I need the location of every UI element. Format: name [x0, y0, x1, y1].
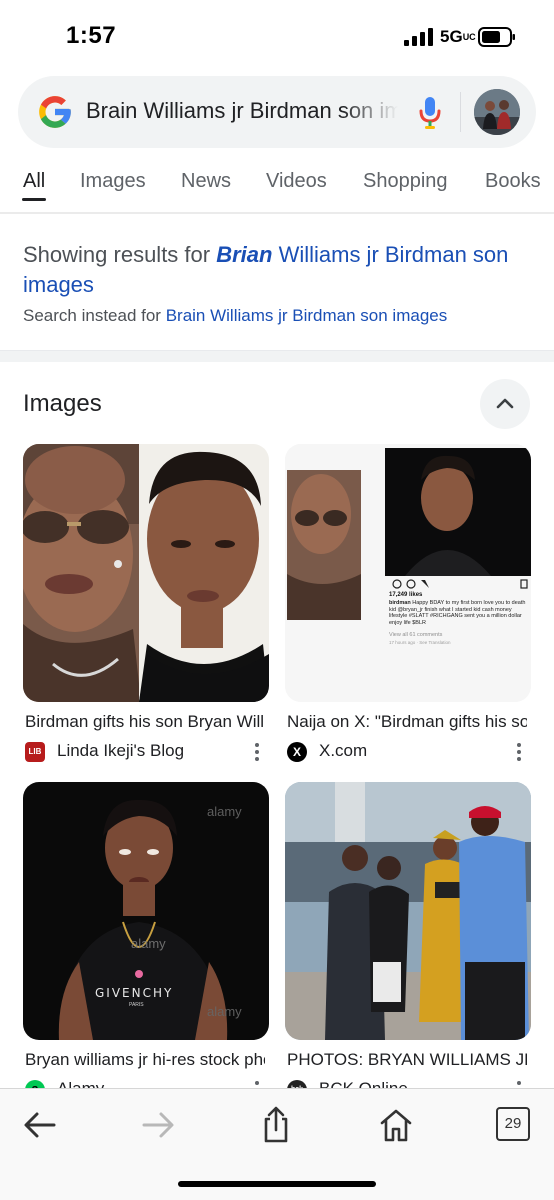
result-image[interactable] [23, 444, 269, 702]
source-name[interactable]: X.com [319, 741, 367, 761]
result-image[interactable]: alamy alamy alamy GIVENCHY PARIS [23, 782, 269, 1040]
result-image[interactable] [285, 782, 531, 1040]
post-caption: birdman Happy BDAY to my first born love… [389, 600, 526, 626]
result-title[interactable]: Bryan williams jr hi-res stock photograp… [25, 1050, 265, 1070]
search-divider [460, 92, 461, 132]
back-arrow-icon[interactable] [20, 1105, 60, 1145]
image-result-card[interactable]: PHOTOS: BRYAN WILLIAMS JR bck BCK Online [285, 782, 531, 1100]
result-title[interactable]: Birdman gifts his son Bryan Williams jr [25, 712, 265, 732]
linda-ikeji-logo-icon: LIB [25, 742, 45, 762]
tabs-button[interactable]: 29 [496, 1107, 530, 1141]
section-divider [0, 350, 554, 362]
signal-bars-icon [404, 28, 433, 46]
watermark: alamy [207, 1004, 242, 1019]
tab-news[interactable]: News [181, 170, 231, 193]
microphone-icon[interactable] [418, 96, 442, 130]
result-title[interactable]: Naija on X: "Birdman gifts his son [287, 712, 527, 732]
search-instead-for: Search instead for Brain Williams jr Bir… [23, 306, 448, 325]
collapse-button[interactable] [480, 379, 530, 429]
forward-arrow-icon[interactable] [138, 1105, 178, 1145]
tab-books[interactable]: Books [485, 170, 541, 193]
tabs-divider [0, 212, 554, 214]
original-query-link[interactable]: Brain Williams jr Birdman son images [166, 306, 448, 325]
result-image[interactable]: 17,249 likes birdman Happy BDAY to my fi… [285, 444, 531, 702]
network-type: 5GUC [440, 27, 476, 46]
post-comments: View all 61 comments [389, 632, 443, 638]
tab-all[interactable]: All [23, 170, 45, 193]
showing-results-for: Showing results for Brian Williams jr Bi… [23, 242, 509, 297]
more-vert-icon[interactable] [509, 740, 529, 764]
tab-videos[interactable]: Videos [266, 170, 327, 193]
tab-images[interactable]: Images [80, 170, 146, 193]
home-icon[interactable] [376, 1105, 416, 1145]
result-title[interactable]: PHOTOS: BRYAN WILLIAMS JR [287, 1050, 527, 1070]
watermark: alamy [207, 804, 242, 819]
result-source[interactable]: LIB Linda Ikeji's Blog [25, 740, 265, 764]
tab-active-indicator [22, 198, 46, 201]
search-bar[interactable]: Brain Williams jr Birdman son images [18, 76, 536, 148]
home-indicator[interactable] [178, 1181, 376, 1187]
post-likes: 17,249 likes [389, 592, 423, 598]
result-source[interactable]: X X.com [287, 740, 527, 764]
image-result-card[interactable]: alamy alamy alamy GIVENCHY PARIS Bryan w… [23, 782, 269, 1100]
search-input[interactable]: Brain Williams jr Birdman son images [86, 98, 398, 128]
tabs-count: 29 [504, 1115, 522, 1132]
tab-shopping[interactable]: Shopping [363, 170, 448, 193]
watermark: alamy [131, 936, 166, 951]
chevron-up-icon [496, 398, 514, 409]
google-logo-icon[interactable] [36, 93, 74, 131]
search-tabs: All Images News Videos Shopping Books [0, 160, 554, 204]
more-vert-icon[interactable] [247, 740, 267, 764]
avatar[interactable] [474, 89, 520, 135]
image-result-card[interactable]: 17,249 likes birdman Happy BDAY to my fi… [285, 444, 531, 764]
image-result-card[interactable]: Birdman gifts his son Bryan Williams jr … [23, 444, 269, 764]
x-logo-icon: X [287, 742, 307, 762]
spelling-correction: Showing results for Brian Williams jr Bi… [23, 240, 537, 326]
battery-icon [478, 27, 515, 47]
post-time: 17 hours ago · See Translation [389, 640, 451, 645]
source-name[interactable]: Linda Ikeji's Blog [57, 741, 184, 761]
shirt-brand: GIVENCHY [95, 986, 174, 1000]
status-time: 1:57 [66, 22, 117, 49]
status-bar: 1:57 5GUC [0, 0, 554, 72]
images-section-title: Images [23, 390, 102, 417]
shirt-subtext: PARIS [129, 1002, 144, 1008]
share-icon[interactable] [256, 1105, 296, 1145]
